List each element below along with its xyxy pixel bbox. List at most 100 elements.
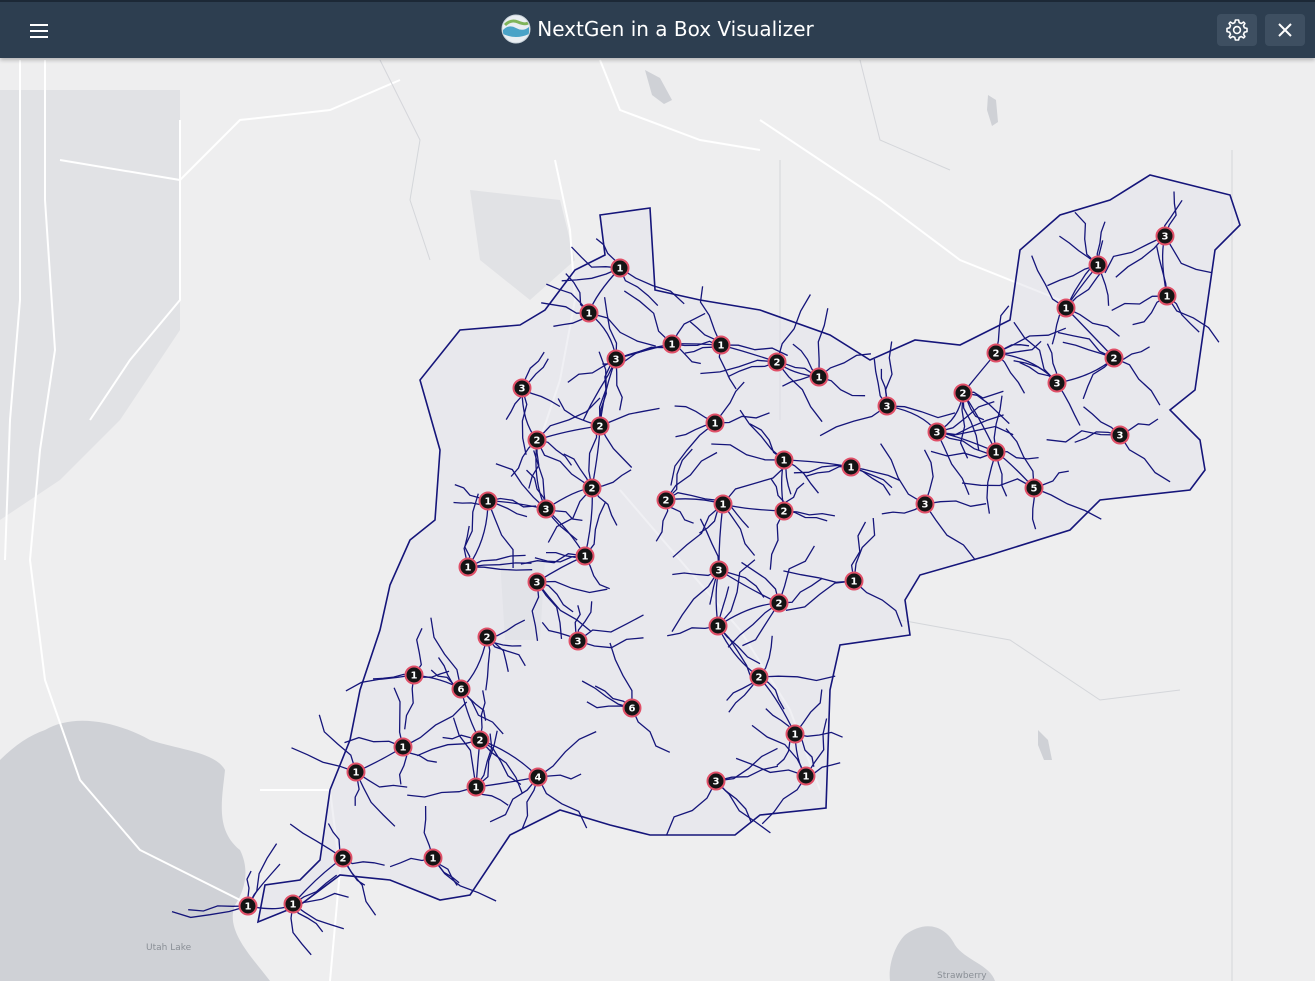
cluster-marker[interactable]: 2 bbox=[774, 501, 794, 521]
cluster-marker[interactable]: 3 bbox=[1110, 425, 1130, 445]
cluster-marker[interactable]: 3 bbox=[606, 349, 626, 369]
cluster-marker[interactable]: 1 bbox=[708, 616, 728, 636]
cluster-count-label: 2 bbox=[776, 599, 783, 610]
cluster-marker[interactable]: 1 bbox=[711, 335, 731, 355]
cluster-marker[interactable]: 1 bbox=[478, 491, 498, 511]
cluster-count-label: 1 bbox=[465, 563, 472, 574]
cluster-count-label: 2 bbox=[597, 422, 604, 433]
settings-button[interactable] bbox=[1217, 14, 1257, 46]
cluster-marker[interactable]: 6 bbox=[622, 698, 642, 718]
cluster-count-label: 2 bbox=[781, 507, 788, 518]
map-view[interactable]: Utah Lake Strawberry 1 1 3 1 1 2 1 3 2 2 1 1 1 3 3 2 2 1 1… bbox=[0, 58, 1315, 981]
cluster-marker[interactable]: 2 bbox=[767, 352, 787, 372]
cluster-marker[interactable]: 1 bbox=[796, 766, 816, 786]
cluster-count-label: 1 bbox=[1164, 292, 1171, 303]
app-logo-icon bbox=[501, 14, 531, 44]
cluster-marker[interactable]: 3 bbox=[1047, 373, 1067, 393]
cluster-marker[interactable]: 1 bbox=[841, 457, 861, 477]
cluster-marker[interactable]: 1 bbox=[662, 334, 682, 354]
cluster-count-label: 3 bbox=[519, 384, 526, 395]
cluster-marker[interactable]: 1 bbox=[713, 494, 733, 514]
cluster-marker[interactable]: 2 bbox=[749, 667, 769, 687]
close-button[interactable] bbox=[1265, 14, 1305, 46]
cluster-count-label: 1 bbox=[430, 854, 437, 865]
lake-label: Utah Lake bbox=[146, 943, 192, 953]
cluster-count-label: 2 bbox=[756, 673, 763, 684]
cluster-count-label: 2 bbox=[993, 349, 1000, 360]
cluster-count-label: 1 bbox=[245, 902, 252, 913]
cluster-marker[interactable]: 1 bbox=[575, 546, 595, 566]
cluster-marker[interactable]: 1 bbox=[610, 258, 630, 278]
cluster-marker[interactable]: 1 bbox=[466, 777, 486, 797]
cluster-marker[interactable]: 3 bbox=[536, 499, 556, 519]
cluster-marker[interactable]: 1 bbox=[1056, 298, 1076, 318]
cluster-marker[interactable]: 3 bbox=[877, 396, 897, 416]
cluster-marker[interactable]: 2 bbox=[769, 593, 789, 613]
cluster-marker[interactable]: 2 bbox=[333, 848, 353, 868]
cluster-marker[interactable]: 2 bbox=[1104, 348, 1124, 368]
cluster-count-label: 1 bbox=[485, 497, 492, 508]
cluster-count-label: 3 bbox=[543, 505, 550, 516]
cluster-marker[interactable]: 3 bbox=[512, 378, 532, 398]
cluster-marker[interactable]: 2 bbox=[470, 730, 490, 750]
cluster-marker[interactable]: 1 bbox=[705, 413, 725, 433]
cluster-marker[interactable]: 1 bbox=[774, 450, 794, 470]
cluster-marker[interactable]: 1 bbox=[1157, 286, 1177, 306]
cluster-marker[interactable]: 1 bbox=[283, 894, 303, 914]
cluster-marker[interactable]: 1 bbox=[844, 571, 864, 591]
cluster-marker[interactable]: 1 bbox=[393, 737, 413, 757]
cluster-marker[interactable]: 1 bbox=[579, 303, 599, 323]
cluster-count-label: 1 bbox=[400, 743, 407, 754]
cluster-count-label: 5 bbox=[1031, 484, 1038, 495]
cluster-marker[interactable]: 3 bbox=[709, 560, 729, 580]
cluster-count-label: 3 bbox=[1054, 379, 1061, 390]
cluster-count-label: 1 bbox=[586, 309, 593, 320]
cluster-count-label: 1 bbox=[582, 552, 589, 563]
cluster-count-label: 1 bbox=[353, 768, 360, 779]
cluster-count-label: 2 bbox=[663, 496, 670, 507]
cluster-count-label: 1 bbox=[792, 730, 799, 741]
cluster-marker[interactable]: 1 bbox=[346, 762, 366, 782]
cluster-marker[interactable]: 3 bbox=[1155, 226, 1175, 246]
cluster-marker[interactable]: 1 bbox=[1088, 255, 1108, 275]
cluster-marker[interactable]: 2 bbox=[477, 627, 497, 647]
cluster-marker[interactable]: 2 bbox=[656, 490, 676, 510]
cluster-count-label: 3 bbox=[884, 402, 891, 413]
cluster-marker[interactable]: 1 bbox=[809, 367, 829, 387]
cluster-count-label: 3 bbox=[1162, 232, 1169, 243]
cluster-marker[interactable]: 3 bbox=[527, 572, 547, 592]
cluster-marker[interactable]: 2 bbox=[582, 478, 602, 498]
cluster-marker[interactable]: 3 bbox=[915, 494, 935, 514]
cluster-count-label: 1 bbox=[851, 577, 858, 588]
cluster-marker[interactable]: 1 bbox=[986, 442, 1006, 462]
cluster-marker[interactable]: 4 bbox=[528, 767, 548, 787]
cluster-count-label: 2 bbox=[534, 436, 541, 447]
cluster-count-label: 2 bbox=[589, 484, 596, 495]
cluster-marker[interactable]: 1 bbox=[785, 724, 805, 744]
cluster-count-label: 2 bbox=[1111, 354, 1118, 365]
cluster-count-label: 1 bbox=[718, 341, 725, 352]
cluster-marker[interactable]: 2 bbox=[953, 383, 973, 403]
cluster-count-label: 1 bbox=[715, 622, 722, 633]
cluster-marker[interactable]: 1 bbox=[238, 896, 258, 916]
cluster-marker[interactable]: 1 bbox=[404, 665, 424, 685]
cluster-marker[interactable]: 2 bbox=[527, 430, 547, 450]
cluster-count-label: 1 bbox=[411, 671, 418, 682]
cluster-marker[interactable]: 5 bbox=[1024, 478, 1044, 498]
cluster-marker[interactable]: 2 bbox=[986, 343, 1006, 363]
cluster-marker[interactable]: 3 bbox=[568, 631, 588, 651]
gear-icon bbox=[1226, 19, 1248, 41]
cluster-marker[interactable]: 1 bbox=[423, 848, 443, 868]
cluster-count-label: 2 bbox=[484, 633, 491, 644]
close-icon bbox=[1278, 23, 1292, 37]
cluster-marker[interactable]: 2 bbox=[590, 416, 610, 436]
cluster-marker[interactable]: 3 bbox=[706, 771, 726, 791]
cluster-count-label: 6 bbox=[629, 704, 636, 715]
cluster-count-label: 3 bbox=[534, 578, 541, 589]
cluster-marker[interactable]: 3 bbox=[927, 422, 947, 442]
cluster-count-label: 1 bbox=[720, 500, 727, 511]
cluster-count-label: 2 bbox=[774, 358, 781, 369]
cluster-marker[interactable]: 6 bbox=[451, 679, 471, 699]
cluster-marker[interactable]: 1 bbox=[458, 557, 478, 577]
app-header: NextGen in a Box Visualizer bbox=[0, 0, 1315, 58]
